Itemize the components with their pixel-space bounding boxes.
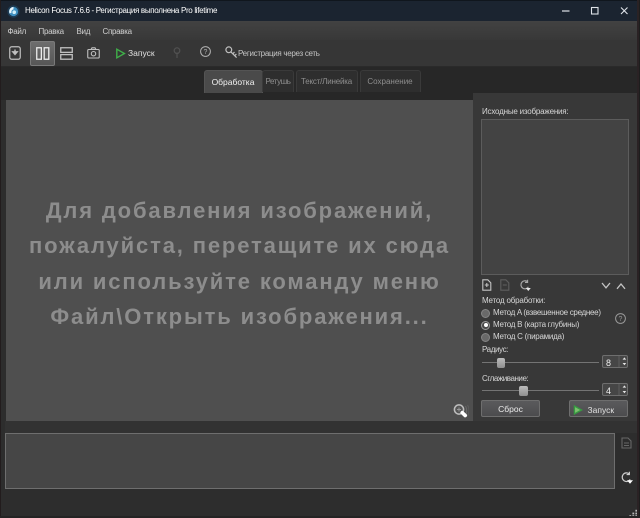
svg-text:?: ?: [204, 49, 208, 56]
svg-text:?: ?: [618, 316, 622, 323]
